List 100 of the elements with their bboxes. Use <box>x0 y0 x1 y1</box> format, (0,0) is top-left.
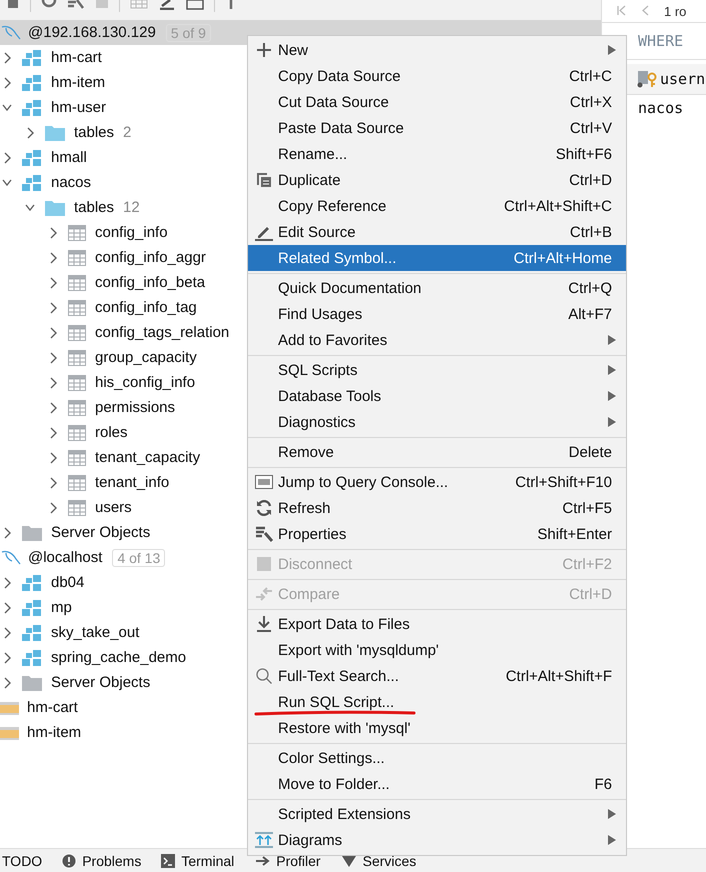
menu-item[interactable]: Full-Text Search... Ctrl+Alt+Shift+F <box>248 663 626 689</box>
chevron-icon[interactable] <box>48 376 58 388</box>
menu-item[interactable]: Diagrams <box>248 827 626 853</box>
menu-item[interactable]: Diagnostics <box>248 409 626 435</box>
menu-item[interactable]: Scripted Extensions <box>248 801 626 827</box>
tree-item[interactable]: sky_take_out <box>51 624 140 641</box>
chevron-icon[interactable] <box>48 426 58 438</box>
tree-item[interactable]: nacos <box>51 174 92 191</box>
menu-item[interactable]: Properties Shift+Enter <box>248 521 626 547</box>
tree-item[interactable]: Server Objects <box>51 674 150 691</box>
chevron-icon[interactable] <box>48 452 58 464</box>
chevron-icon[interactable] <box>48 352 58 364</box>
table-icon <box>68 300 86 316</box>
tree-item[interactable]: config_info <box>95 224 168 241</box>
diagram-icon <box>255 832 273 848</box>
schema-icon <box>22 598 42 616</box>
chevron-icon[interactable] <box>2 526 12 538</box>
table-icon <box>68 224 86 240</box>
chevron-icon[interactable] <box>48 302 58 314</box>
tree-item[interactable]: hm-user <box>51 99 106 116</box>
chevron-icon[interactable] <box>48 252 58 264</box>
tree-item[interactable]: permissions <box>95 399 176 416</box>
tree-item[interactable]: mp <box>51 599 72 616</box>
connection-name[interactable]: @192.168.130.129 <box>28 24 156 41</box>
menu-item[interactable]: Remove Delete <box>248 439 626 465</box>
menu-item[interactable]: Database Tools <box>248 383 626 409</box>
console-icon[interactable] <box>186 0 204 10</box>
tree-item[interactable]: config_info_beta <box>95 274 206 291</box>
menu-item[interactable]: Edit Source Ctrl+B <box>248 219 626 245</box>
chevron-icon[interactable] <box>2 576 12 588</box>
refresh-icon[interactable] <box>41 0 57 10</box>
menu-item[interactable]: Add to Favorites <box>248 327 626 353</box>
menu-item[interactable]: Rename... Shift+F6 <box>248 141 626 167</box>
menu-item[interactable]: Copy Reference Ctrl+Alt+Shift+C <box>248 193 626 219</box>
tree-item[interactable]: config_info_tag <box>95 299 197 316</box>
chevron-icon[interactable] <box>48 226 58 238</box>
schema-icon <box>22 98 42 116</box>
tool-window-tab[interactable]: Profiler <box>254 852 321 868</box>
chevron-icon[interactable] <box>2 52 12 64</box>
tree-item[interactable]: spring_cache_demo <box>51 649 186 666</box>
menu-item[interactable]: Run SQL Script... <box>248 689 626 715</box>
tree-item[interactable]: db04 <box>51 574 84 591</box>
chevron-icon[interactable] <box>2 626 12 638</box>
menu-item[interactable]: Duplicate Ctrl+D <box>248 167 626 193</box>
menu-item[interactable]: Export with 'mysqldump' <box>248 637 626 663</box>
tool-window-tab[interactable]: TODO <box>2 852 42 868</box>
tree-item[interactable]: his_config_info <box>95 374 196 391</box>
tree-item[interactable]: tables <box>74 199 114 216</box>
menu-item[interactable]: Refresh Ctrl+F5 <box>248 495 626 521</box>
tree-item[interactable]: group_capacity <box>95 349 197 366</box>
menu-item[interactable]: Restore with 'mysql' <box>248 715 626 741</box>
pencil-icon[interactable] <box>158 0 176 10</box>
tree-item[interactable]: config_tags_relation <box>95 324 230 341</box>
menu-item[interactable]: Jump to Query Console... Ctrl+Shift+F10 <box>248 469 626 495</box>
menu-item[interactable]: Related Symbol... Ctrl+Alt+Home <box>248 245 626 271</box>
chevron-icon[interactable] <box>2 676 12 688</box>
chevron-icon[interactable] <box>48 326 58 338</box>
chevron-icon[interactable] <box>48 502 58 514</box>
menu-item[interactable]: Color Settings... <box>248 745 626 771</box>
chevron-icon[interactable] <box>25 126 35 138</box>
tool-window-tab[interactable]: Terminal <box>161 852 234 868</box>
chevron-icon[interactable] <box>2 602 12 614</box>
chevron-icon[interactable] <box>48 402 58 414</box>
chevron-icon[interactable] <box>2 152 12 164</box>
folder-icon <box>22 524 42 540</box>
tree-item[interactable]: roles <box>95 424 128 441</box>
table-icon <box>68 250 86 266</box>
chevron-icon[interactable] <box>2 76 12 88</box>
warning-icon <box>62 854 76 868</box>
connection-name[interactable]: @localhost <box>28 549 102 566</box>
schema-icon <box>22 174 42 192</box>
tree-item[interactable]: users <box>95 499 132 516</box>
ddl-file-icon <box>0 700 20 716</box>
chevron-icon[interactable] <box>48 476 58 488</box>
tool-window-tab[interactable]: Problems <box>62 852 142 868</box>
tree-item[interactable]: Server Objects <box>51 524 150 541</box>
tree-item[interactable]: hm-item <box>51 74 106 91</box>
dolphin-icon <box>1 550 23 566</box>
tree-item[interactable]: tenant_info <box>95 474 170 491</box>
tree-item[interactable]: hm-item <box>27 724 82 741</box>
tree-item[interactable]: tenant_capacity <box>95 449 200 466</box>
where-label[interactable]: WHERE <box>638 32 684 50</box>
tree-item[interactable]: hmall <box>51 149 87 166</box>
tree-item[interactable]: config_info_aggr <box>95 249 206 266</box>
tree-item[interactable]: tables <box>74 124 114 141</box>
download-icon <box>256 616 272 632</box>
menu-item[interactable]: Export Data to Files <box>248 611 626 637</box>
schema-icon <box>22 148 42 166</box>
tree-item[interactable]: hm-cart <box>51 49 102 66</box>
chevron-icon[interactable] <box>48 276 58 288</box>
menu-item[interactable]: Move to Folder... F6 <box>248 771 626 797</box>
menu-item[interactable]: Quick Documentation Ctrl+Q <box>248 275 626 301</box>
menu-item[interactable]: Find Usages Alt+F7 <box>248 301 626 327</box>
table-icon <box>68 374 86 390</box>
menu-item[interactable]: SQL Scripts <box>248 357 626 383</box>
chevron-icon[interactable] <box>2 652 12 664</box>
menu-item[interactable]: Paste Data Source Ctrl+V <box>248 115 626 141</box>
tool-window-tab[interactable]: Services <box>340 852 416 868</box>
schema-count-badge: 5 of 9 <box>166 24 211 42</box>
tree-item[interactable]: hm-cart <box>27 699 78 716</box>
